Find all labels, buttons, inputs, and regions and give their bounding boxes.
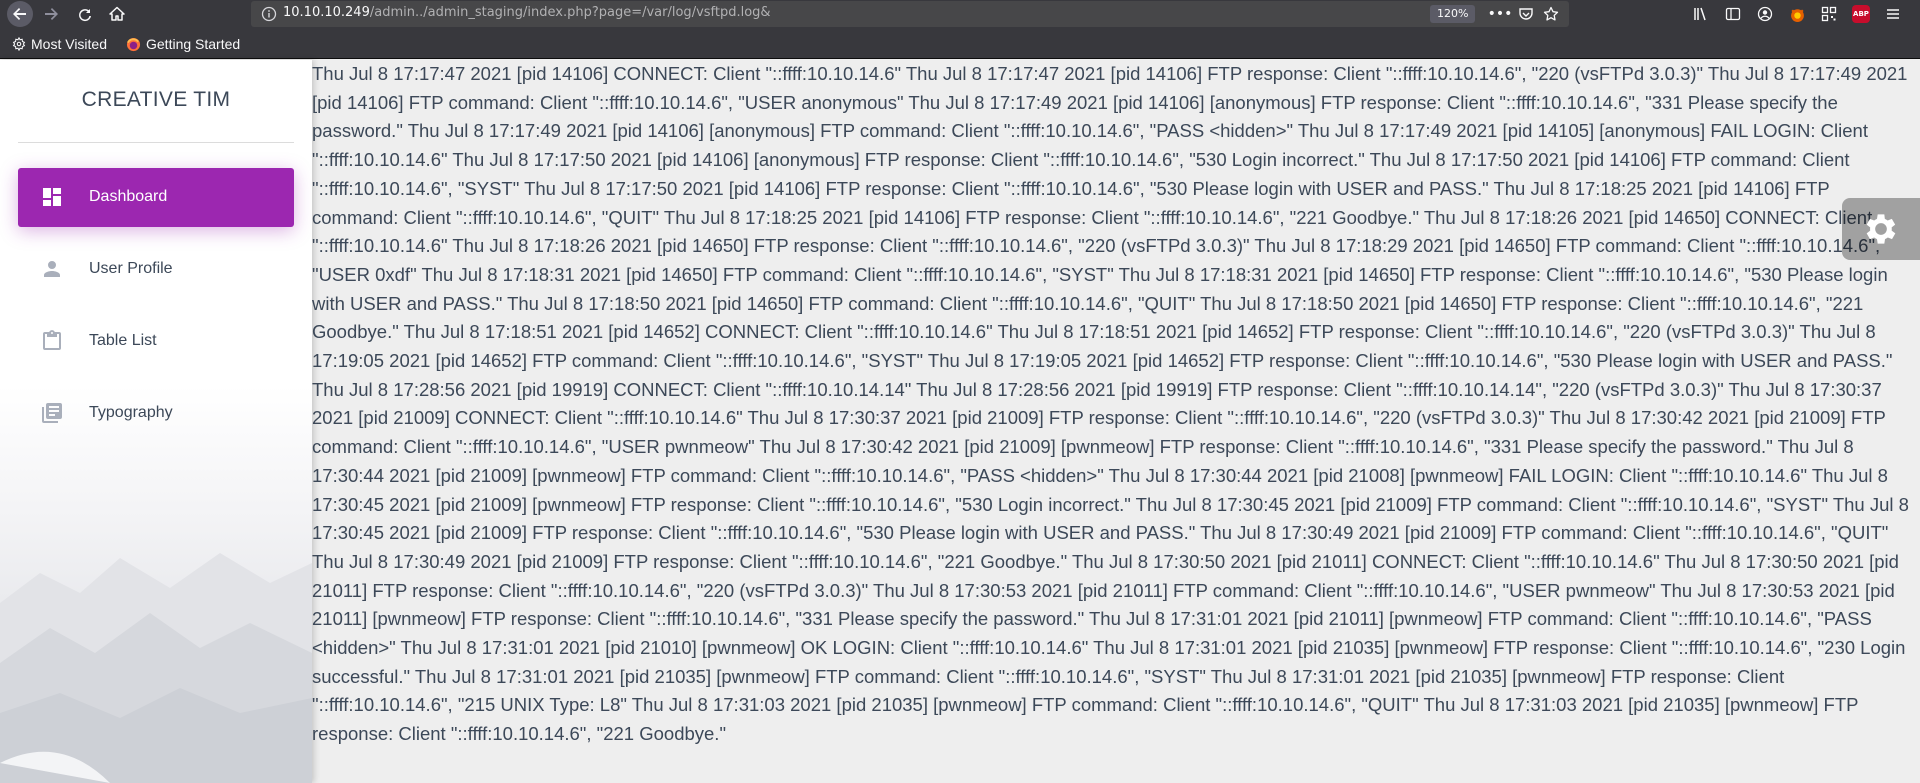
url-host: 10.10.10.249 [283,5,370,20]
menu-icon [1887,9,1899,19]
url-path: /admin../admin_staging/index.php?page=/v… [369,5,771,20]
info-icon[interactable] [261,6,277,22]
library-books-icon [42,403,62,423]
sidebar-icon [1725,7,1741,21]
person-icon [44,261,60,277]
browser-toolbar: 10.10.10.249/admin../admin_staging/index… [0,0,1920,28]
bookmarks-toolbar: Most Visited Getting Started [0,28,1920,59]
sidebar-item-table-list[interactable]: Table List [18,312,294,371]
clipboard-icon [43,330,61,350]
brand-divider [18,142,294,143]
account-button[interactable] [1755,4,1775,24]
home-icon [109,6,125,21]
star-icon [1543,6,1559,21]
account-icon [1757,6,1773,22]
library-icon [1694,7,1706,21]
reload-button[interactable] [73,2,97,26]
pocket-button[interactable] [1517,5,1535,23]
bookmark-label: Getting Started [146,36,241,52]
zoom-level-badge[interactable]: 120% [1430,5,1476,23]
firefox-icon [126,37,141,51]
sidebar-item-label: Typography [89,404,173,421]
pocket-icon [1519,8,1533,20]
bookmark-getting-started[interactable]: Getting Started [126,34,240,54]
library-button[interactable] [1691,4,1711,24]
qr-code-button[interactable] [1819,4,1839,24]
gear-icon [12,37,26,51]
arrow-left-icon [13,8,26,20]
sidebar-background-image [0,553,312,783]
adblock-icon: ABP [1852,5,1870,23]
sidebar-item-label: Table List [89,332,157,349]
url-bar[interactable]: 10.10.10.249/admin../admin_staging/index… [251,1,1569,27]
sidebar-item-user-profile[interactable]: User Profile [18,240,294,299]
adblock-button[interactable]: ABP [1851,4,1871,24]
vsftpd-log-text: Thu Jul 8 17:17:47 2021 [pid 14106] CONN… [312,63,1909,745]
fixed-plugin-settings-button[interactable] [1842,198,1920,260]
sidebar-item-label: User Profile [89,260,173,277]
reload-icon [79,9,91,22]
bookmark-label: Most Visited [31,36,107,52]
page-actions-button[interactable]: ••• [1488,5,1513,23]
app-menu-button[interactable] [1883,4,1903,24]
dashboard-icon [43,188,61,206]
qr-icon [1821,6,1837,22]
sidebar-item-typography[interactable]: Typography [18,384,294,443]
settings-gear-icon [1866,214,1896,244]
sidebar: CREATIVE TIM Dashboard User Profile Tabl… [0,60,312,783]
bookmark-most-visited[interactable]: Most Visited [12,34,107,54]
extension-icon [1790,8,1804,22]
extension-button[interactable] [1787,4,1807,24]
back-button[interactable] [7,1,33,27]
bookmark-star-button[interactable] [1542,5,1560,23]
sidebar-item-dashboard[interactable]: Dashboard [18,168,294,227]
sidebar-toggle-button[interactable] [1723,4,1743,24]
forward-button[interactable] [39,2,63,26]
sidebar-item-label: Dashboard [89,188,168,205]
more-dots-icon: ••• [1487,6,1513,22]
url-text[interactable]: 10.10.10.249/admin../admin_staging/index… [283,5,771,20]
brand-logo-text[interactable]: CREATIVE TIM [0,88,312,112]
home-button[interactable] [105,2,129,26]
arrow-right-icon [45,8,58,20]
